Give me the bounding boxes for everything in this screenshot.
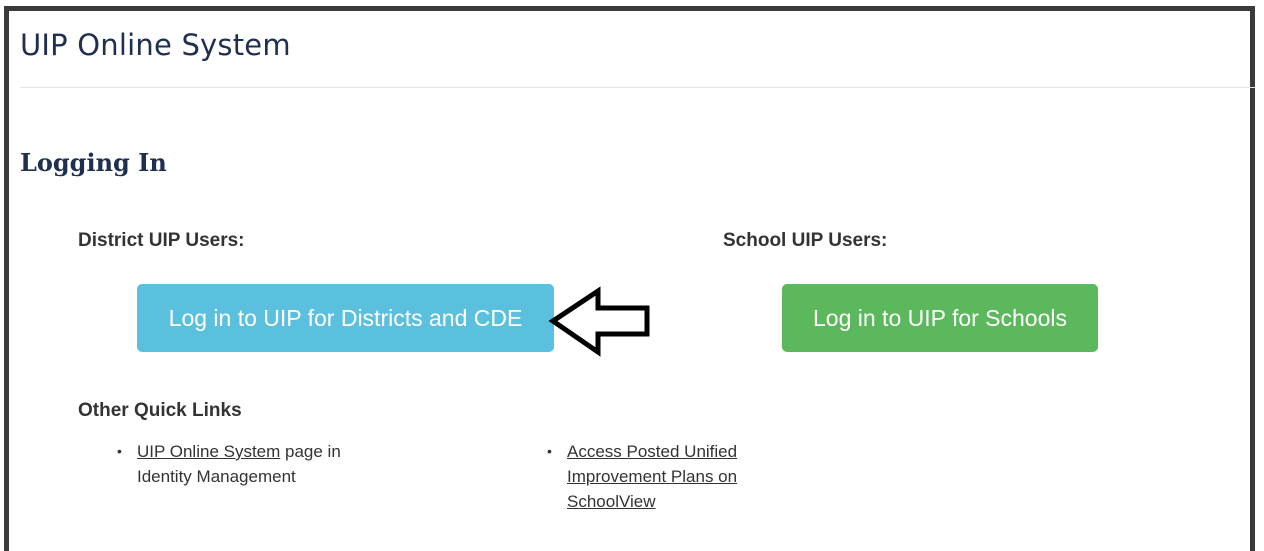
schoolview-link-line2: Improvement Plans on [567, 467, 738, 486]
uip-online-system-link[interactable]: UIP Online System [137, 442, 280, 461]
school-users-label: School UIP Users: [723, 230, 888, 251]
quick-links-heading: Other Quick Links [78, 400, 242, 421]
quick-links-list-right: • Access Posted Unified Improvement Plan… [547, 439, 737, 514]
bullet: • [117, 443, 122, 459]
school-login-button-label: Log in to UIP for Schools [813, 304, 1067, 331]
list-item: • Access Posted Unified Improvement Plan… [547, 439, 737, 514]
schoolview-link-line1: Access Posted Unified [567, 442, 738, 461]
district-users-label: District UIP Users: [78, 230, 245, 251]
quick-links-list-left: • UIP Online System page in Identity Man… [117, 439, 341, 489]
district-login-button-label: Log in to UIP for Districts and CDE [168, 304, 523, 331]
schoolview-plans-link[interactable]: Access Posted Unified Improvement Plans … [567, 442, 737, 511]
schoolview-link-line3: SchoolView [567, 492, 656, 511]
left-arrow-outline-icon [548, 286, 650, 357]
district-login-button[interactable]: Log in to UIP for Districts and CDE [137, 284, 554, 352]
section-heading-logging-in: Logging In [20, 148, 167, 177]
link-description-line2: Identity Management [137, 467, 296, 486]
link-suffix-text: page in [280, 442, 341, 461]
page-title: UIP Online System [20, 28, 291, 62]
list-item: • UIP Online System page in Identity Man… [117, 439, 341, 489]
bullet: • [547, 443, 552, 459]
school-login-button[interactable]: Log in to UIP for Schools [782, 284, 1098, 352]
title-divider [20, 87, 1256, 88]
